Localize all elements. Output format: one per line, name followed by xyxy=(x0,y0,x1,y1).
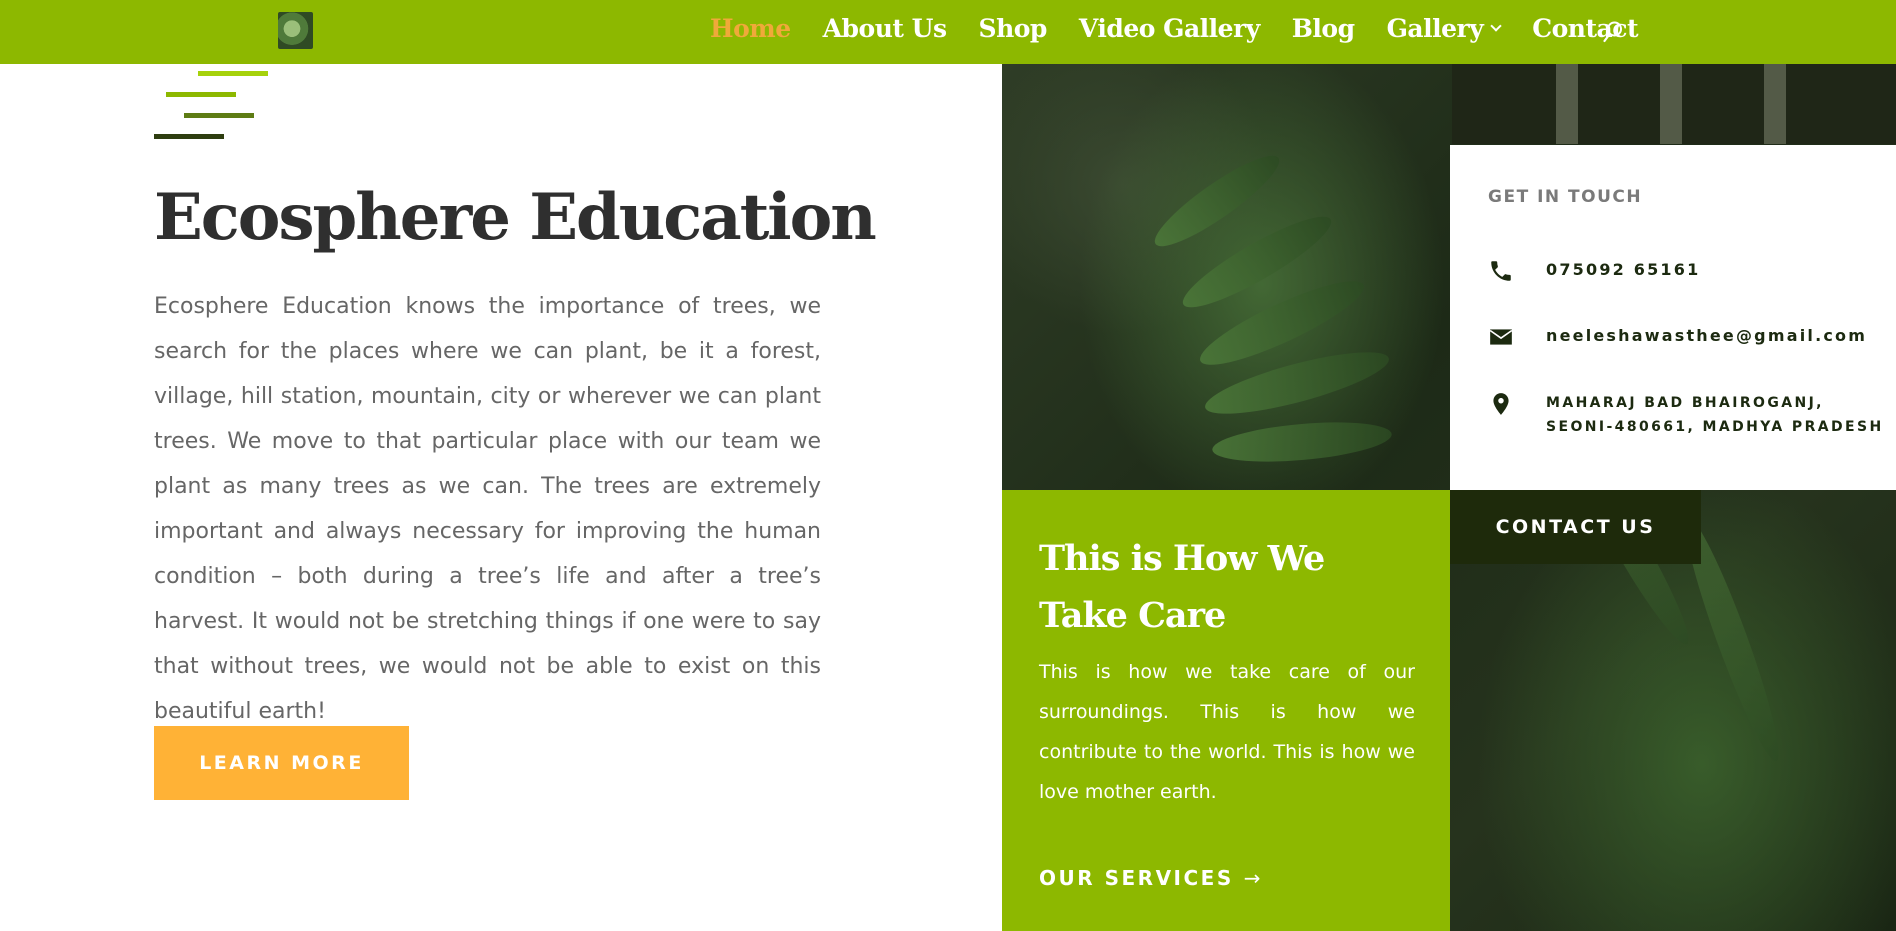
phone-icon xyxy=(1491,261,1511,281)
top-nav-bar: Home About Us Shop Video Gallery Blog Ga… xyxy=(0,0,1896,64)
envelope-icon xyxy=(1489,329,1513,345)
address-block: MAHARAJ BAD BHAIROGANJ, SEONI-480661, MA… xyxy=(1546,391,1884,439)
address-line-2: SEONI-480661, MADHYA PRADESH xyxy=(1546,419,1884,435)
nav-home[interactable]: Home xyxy=(710,14,791,43)
phone-number[interactable]: 075092 65161 xyxy=(1546,258,1700,282)
site-logo[interactable] xyxy=(278,12,313,49)
deco-line xyxy=(154,134,224,139)
decorative-lines xyxy=(154,71,274,143)
our-services-link[interactable]: OUR SERVICES → xyxy=(1039,866,1261,890)
nav-gallery[interactable]: Gallery xyxy=(1386,14,1502,43)
background-stripes xyxy=(1452,64,1896,144)
leaf-shape xyxy=(1210,416,1394,468)
address-line-1: MAHARAJ BAD BHAIROGANJ, xyxy=(1546,395,1824,411)
nav-shop[interactable]: Shop xyxy=(979,14,1048,43)
stripe xyxy=(1660,64,1682,144)
location-pin-icon xyxy=(1493,393,1509,415)
contact-heading: GET IN TOUCH xyxy=(1488,187,1643,207)
intro-paragraph: Ecosphere Education knows the importance… xyxy=(154,294,821,724)
contact-us-button[interactable]: CONTACT US xyxy=(1450,490,1701,564)
deco-line xyxy=(184,113,254,118)
email-address[interactable]: neeleshawasthee@gmail.com xyxy=(1546,324,1867,348)
arrow-right-icon: → xyxy=(1243,866,1261,890)
nav-video-gallery[interactable]: Video Gallery xyxy=(1079,14,1260,43)
nav-gallery-label: Gallery xyxy=(1386,14,1484,43)
address-row: MAHARAJ BAD BHAIROGANJ, SEONI-480661, MA… xyxy=(1488,391,1884,439)
care-title: This is How We Take Care xyxy=(1039,538,1325,636)
main-menu: Home About Us Shop Video Gallery Blog Ga… xyxy=(710,14,1638,43)
search-icon[interactable] xyxy=(1603,21,1623,43)
page-title: Ecosphere Education xyxy=(154,180,877,255)
deco-line xyxy=(198,71,268,76)
stripe xyxy=(1764,64,1786,144)
learn-more-button[interactable]: LEARN MORE xyxy=(154,726,409,800)
deco-line xyxy=(166,92,236,97)
email-row: neeleshawasthee@gmail.com xyxy=(1488,324,1867,350)
contact-card: GET IN TOUCH 075092 65161 neeleshawasthe… xyxy=(1450,145,1896,490)
nav-blog[interactable]: Blog xyxy=(1292,14,1355,43)
chevron-down-icon xyxy=(1490,19,1502,32)
stripe xyxy=(1556,64,1578,144)
phone-row: 075092 65161 xyxy=(1488,258,1700,284)
care-section: This is How We Take Care This is how we … xyxy=(1002,490,1450,931)
care-text: This is how we take care of our surround… xyxy=(1039,661,1415,803)
nav-about-us[interactable]: About Us xyxy=(823,14,947,43)
our-services-label: OUR SERVICES xyxy=(1039,866,1234,890)
